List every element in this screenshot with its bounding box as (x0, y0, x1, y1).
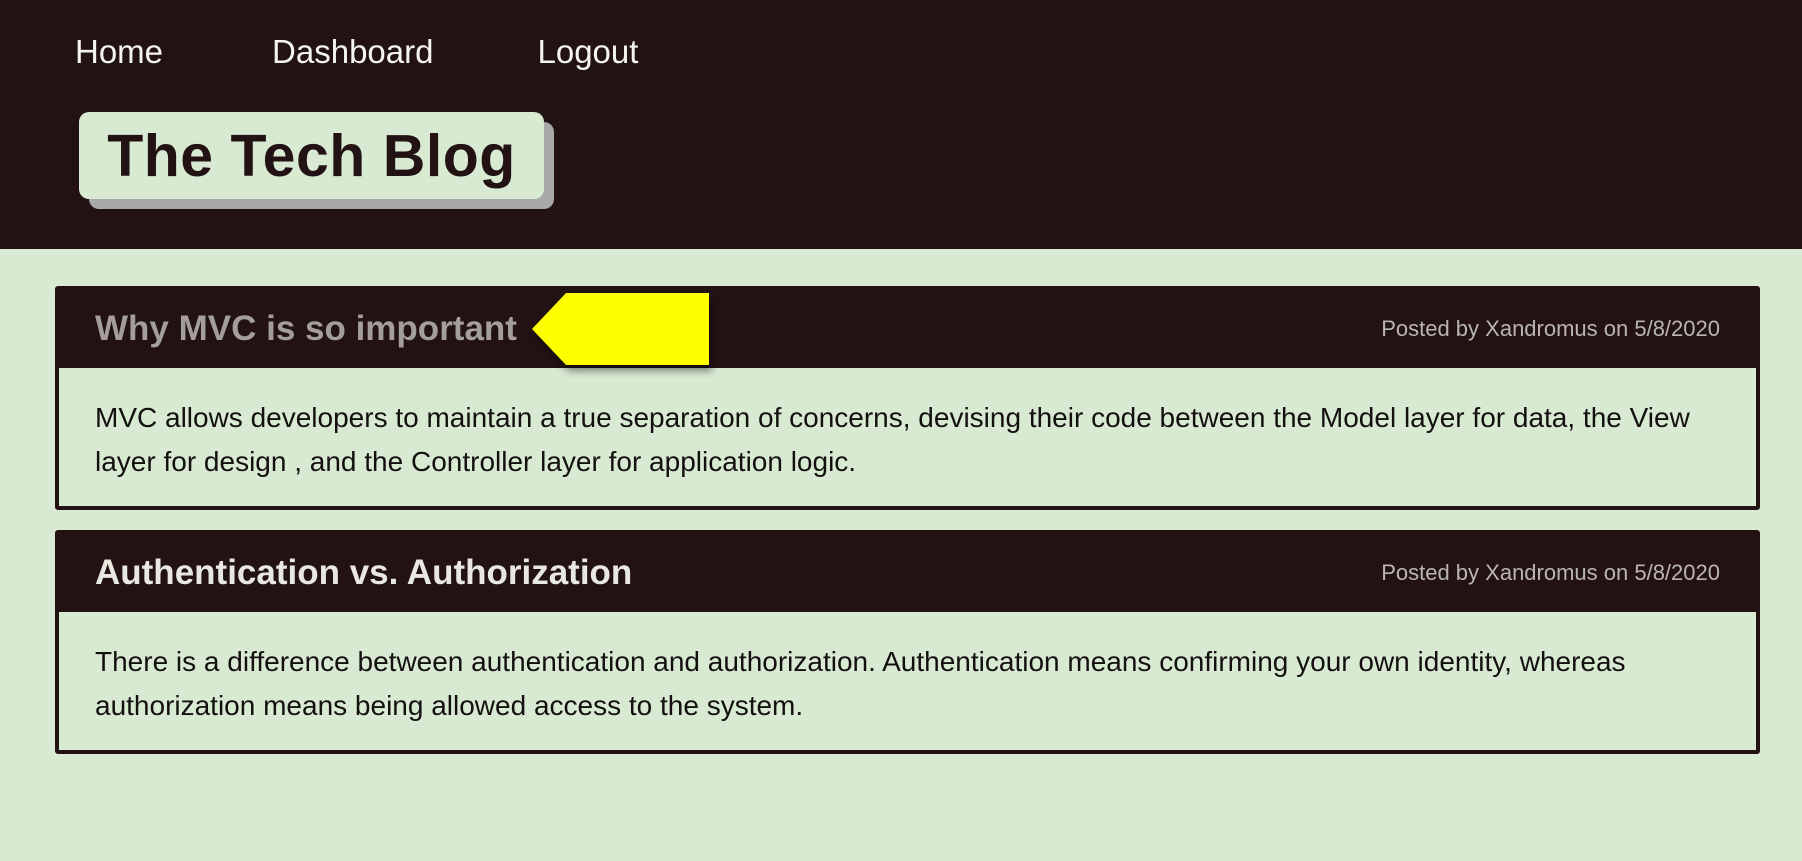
post-title-link[interactable]: Why MVC is so important (95, 290, 517, 368)
site-title-box: The Tech Blog (79, 112, 544, 199)
post-list: Why MVC is so important Posted by Xandro… (55, 286, 1760, 774)
main-nav: Home Dashboard Logout (75, 30, 638, 74)
post-body: MVC allows developers to maintain a true… (95, 402, 1690, 477)
nav-dashboard-link[interactable]: Dashboard (272, 33, 433, 71)
post-body: There is a difference between authentica… (95, 646, 1626, 721)
site-title: The Tech Blog (107, 122, 516, 189)
nav-home-link[interactable]: Home (75, 33, 163, 71)
post-header: Why MVC is so important Posted by Xandro… (59, 290, 1756, 368)
post-meta: Posted by Xandromus on 5/8/2020 (1381, 316, 1720, 341)
post-header: Authentication vs. Authorization Posted … (59, 534, 1756, 612)
post-title-link[interactable]: Authentication vs. Authorization (95, 534, 632, 612)
site-header: Home Dashboard Logout The Tech Blog (0, 0, 1802, 249)
post-card: Why MVC is so important Posted by Xandro… (55, 286, 1760, 510)
post-card: Authentication vs. Authorization Posted … (55, 530, 1760, 754)
pointer-arrow-shape (532, 293, 709, 365)
post-meta: Posted by Xandromus on 5/8/2020 (1381, 560, 1720, 585)
nav-logout-link[interactable]: Logout (537, 33, 638, 71)
pointer-arrow-icon (532, 293, 709, 365)
